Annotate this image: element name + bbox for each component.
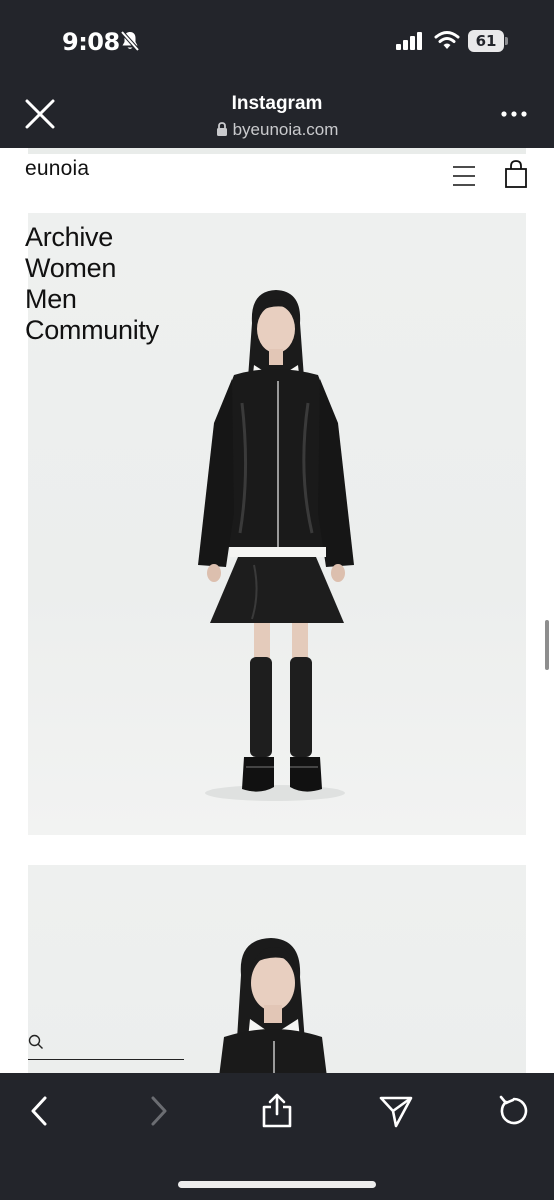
bottom-toolbar	[0, 1073, 554, 1200]
paper-plane-icon[interactable]	[378, 1093, 414, 1129]
search-bar[interactable]	[28, 1032, 184, 1060]
brand-logo[interactable]: eunoia	[25, 157, 89, 181]
status-bar: 9:08 61	[0, 0, 554, 80]
nav-community[interactable]: Community	[25, 315, 159, 346]
nav-women[interactable]: Women	[25, 253, 159, 284]
chevron-right-icon	[151, 1096, 167, 1126]
web-content: eunoia Archive Women Men Community	[0, 148, 554, 1073]
search-icon	[28, 1034, 43, 1049]
browser-title: Instagram	[231, 93, 323, 114]
scrollbar[interactable]	[545, 620, 549, 670]
nav-men[interactable]: Men	[25, 284, 159, 315]
cellular-signal-icon	[396, 32, 422, 50]
home-indicator[interactable]	[178, 1181, 376, 1188]
browser-header: Instagram byeunoia.com	[0, 80, 554, 148]
browser-url[interactable]: byeunoia.com	[0, 120, 554, 140]
status-time: 9:08	[62, 28, 120, 56]
chevron-left-icon[interactable]	[22, 1093, 58, 1129]
bell-slash-icon	[120, 30, 140, 52]
reload-icon[interactable]	[496, 1093, 532, 1129]
share-icon[interactable]	[259, 1093, 295, 1129]
battery-icon: 61	[468, 30, 508, 52]
previous-image-edge	[28, 148, 526, 154]
wifi-icon	[434, 31, 460, 49]
browser-url-text: byeunoia.com	[232, 120, 339, 139]
battery-level: 61	[468, 30, 504, 52]
menu-icon[interactable]	[452, 164, 476, 188]
shopping-bag-icon[interactable]	[504, 160, 528, 188]
site-nav: Archive Women Men Community	[25, 222, 159, 346]
nav-archive[interactable]: Archive	[25, 222, 159, 253]
more-icon[interactable]	[500, 110, 528, 118]
lock-icon	[216, 122, 227, 136]
battery-tip	[505, 37, 508, 45]
